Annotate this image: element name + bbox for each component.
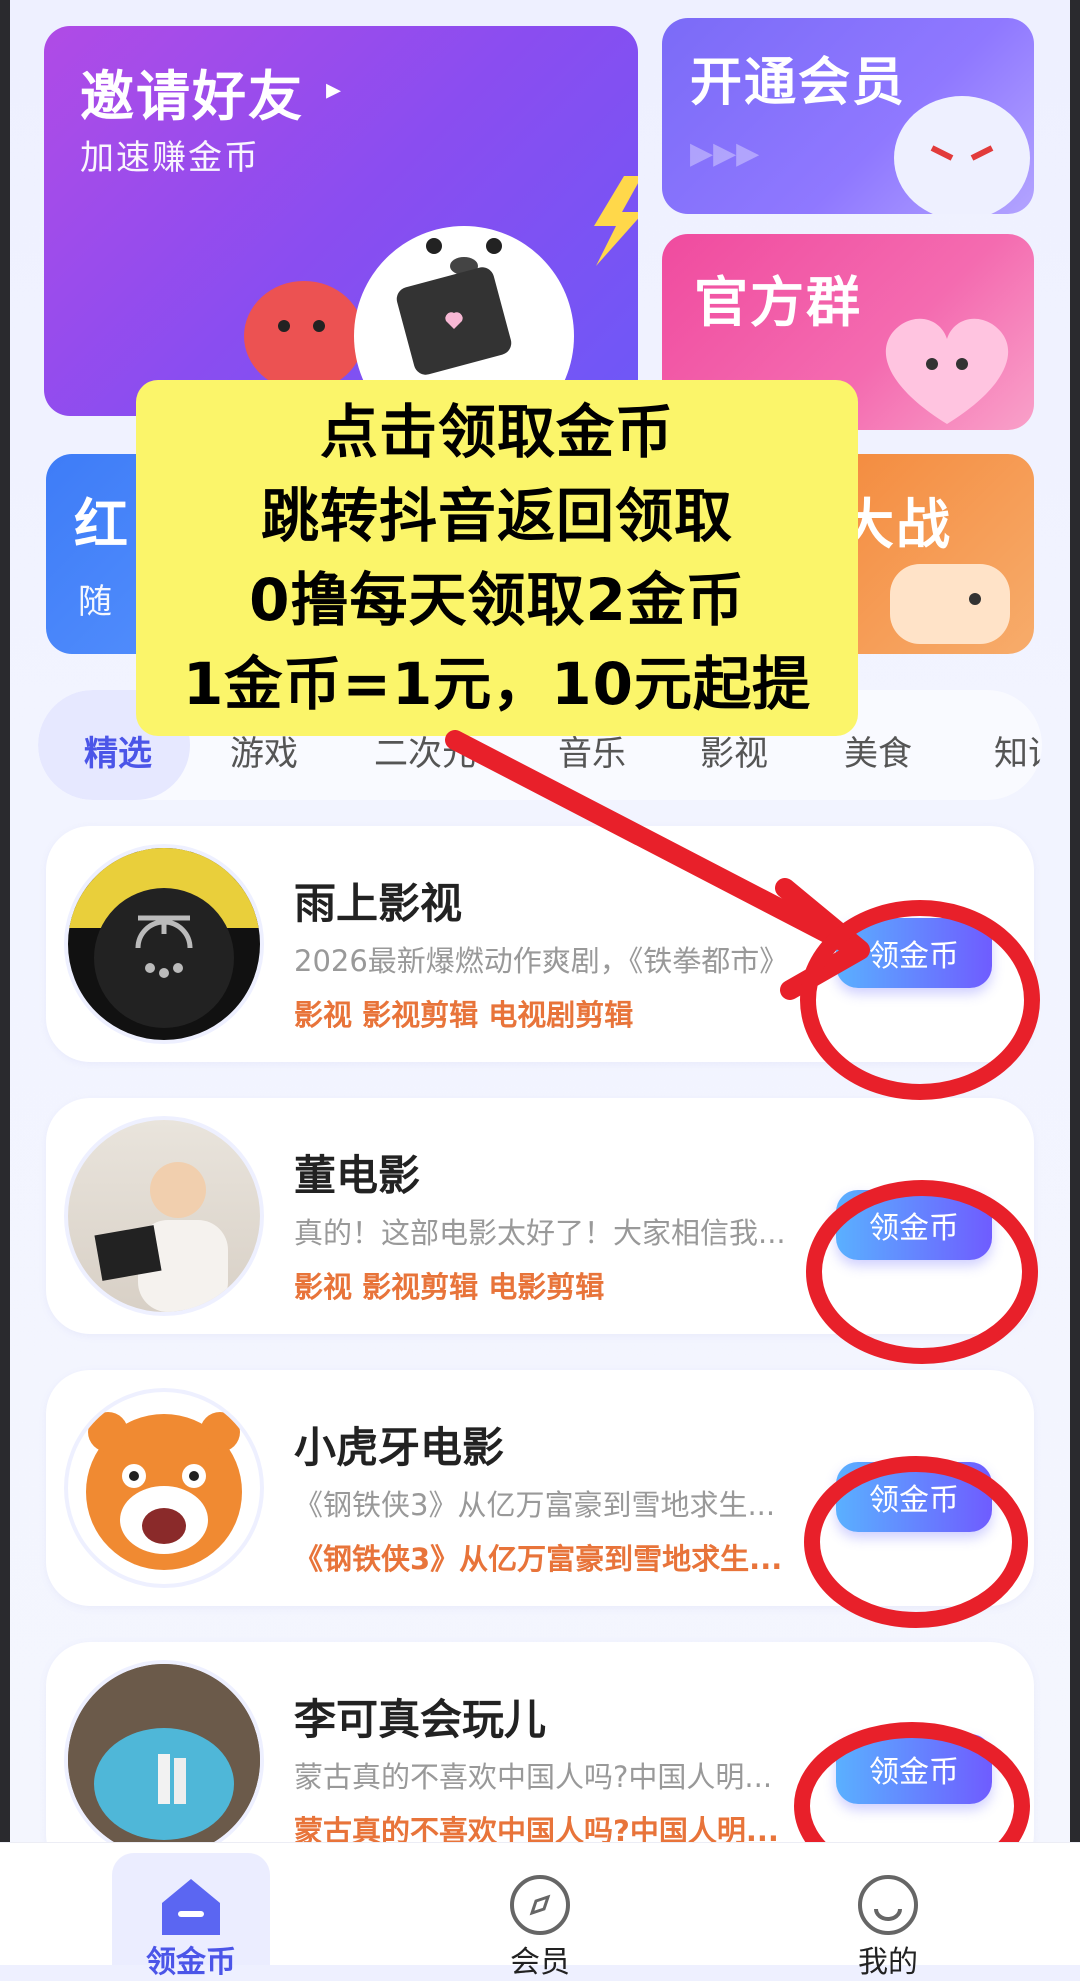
claim-coin-button[interactable]: 领金币 [836,1462,992,1532]
list-item[interactable]: 雨上影视 2026最新爆燃动作爽剧，《铁拳都市》 影视 影视剪辑 电视剧剪辑 领… [46,826,1034,1062]
mascot-illustration [244,176,638,416]
avatar [64,1388,264,1588]
item-title: 董电影 [294,1151,421,1200]
person-photo-icon [94,1162,228,1312]
mascot-vip-icon [894,96,1030,214]
avatar [64,844,264,1044]
promo-line: 1金币=1元，10元起提 [182,650,812,718]
tiger-cartoon-icon [86,1412,242,1570]
item-title: 小虎牙电影 [294,1423,505,1472]
arrows-decoration-icon: ▶▶▶ [690,136,760,171]
promo-overlay: 点击领取金币 跳转抖音返回领取 0撸每天领取2金币 1金币=1元，10元起提 [136,380,858,736]
claim-coin-button[interactable]: 领金币 [836,1190,992,1260]
travel-photo-icon [68,1664,260,1856]
open-vip-banner[interactable]: 开通会员 ▶▶▶ [662,18,1034,214]
item-description: 真的！这部电影太好了！大家相信我... [294,1216,786,1250]
item-description: 《钢铁侠3》从亿万富豪到雪地求生... [294,1488,776,1522]
game-controller-icon [890,564,1010,644]
coin-home-icon[interactable] [156,1873,226,1937]
avatar [64,1116,264,1316]
heart-icon [885,318,1009,424]
red-banner-subtitle: 随 [78,582,114,622]
item-description: 2026最新爆燃动作爽剧，《铁拳都市》 [294,944,789,978]
tab-featured[interactable]: 精选 [84,726,152,775]
smile-icon[interactable] [856,1873,920,1937]
nav-item-vip[interactable]: 会员 [510,1937,570,1981]
promo-line: 0撸每天领取2金币 [249,566,745,634]
list-item[interactable]: 董电影 真的！这部电影太好了！大家相信我... 影视 影视剪辑 电影剪辑 领金币 [46,1098,1034,1334]
screen-edge-left [0,0,10,1964]
vip-title: 开通会员 [690,53,907,113]
item-tags: 《钢铁侠3》从亿万富豪到雪地求生... [294,1542,783,1576]
tab-food[interactable]: 美食 [844,726,912,775]
item-tags: 影视 影视剪辑 电影剪辑 [294,1270,605,1304]
item-title: 雨上影视 [294,879,463,928]
item-description: 蒙古真的不喜欢中国人吗?中国人明... [294,1760,773,1794]
claim-coin-button[interactable]: 领金币 [836,1734,992,1804]
invite-title: 邀请好友 [80,65,304,128]
item-tags: 影视 影视剪辑 电视剧剪辑 [294,998,634,1032]
compass-icon[interactable] [508,1873,572,1937]
red-banner-title: 红 [74,493,130,556]
bottom-nav: 领金币 会员 我的 [0,1842,1080,1980]
screen-edge-right [1070,0,1080,1964]
group-title: 官方群 [694,271,862,334]
nav-item-me[interactable]: 我的 [858,1937,918,1981]
avatar [64,1660,264,1860]
promo-line: 跳转抖音返回领取 [260,482,733,550]
item-title: 李可真会玩儿 [294,1695,547,1744]
promo-line: 点击领取金币 [319,398,674,466]
chevron-right-icon: ▸ [326,72,342,107]
channel-logo-icon [68,848,260,1028]
tab-knowledge[interactable]: 知识 [994,726,1042,775]
list-item[interactable]: 小虎牙电影 《钢铁侠3》从亿万富豪到雪地求生... 《钢铁侠3》从亿万富豪到雪地… [46,1370,1034,1606]
claim-coin-button[interactable]: 领金币 [836,918,992,988]
invite-friends-banner[interactable]: 邀请好友 ▸ 加速赚金币 [44,26,638,416]
nav-item-coins[interactable]: 领金币 [146,1937,236,1981]
